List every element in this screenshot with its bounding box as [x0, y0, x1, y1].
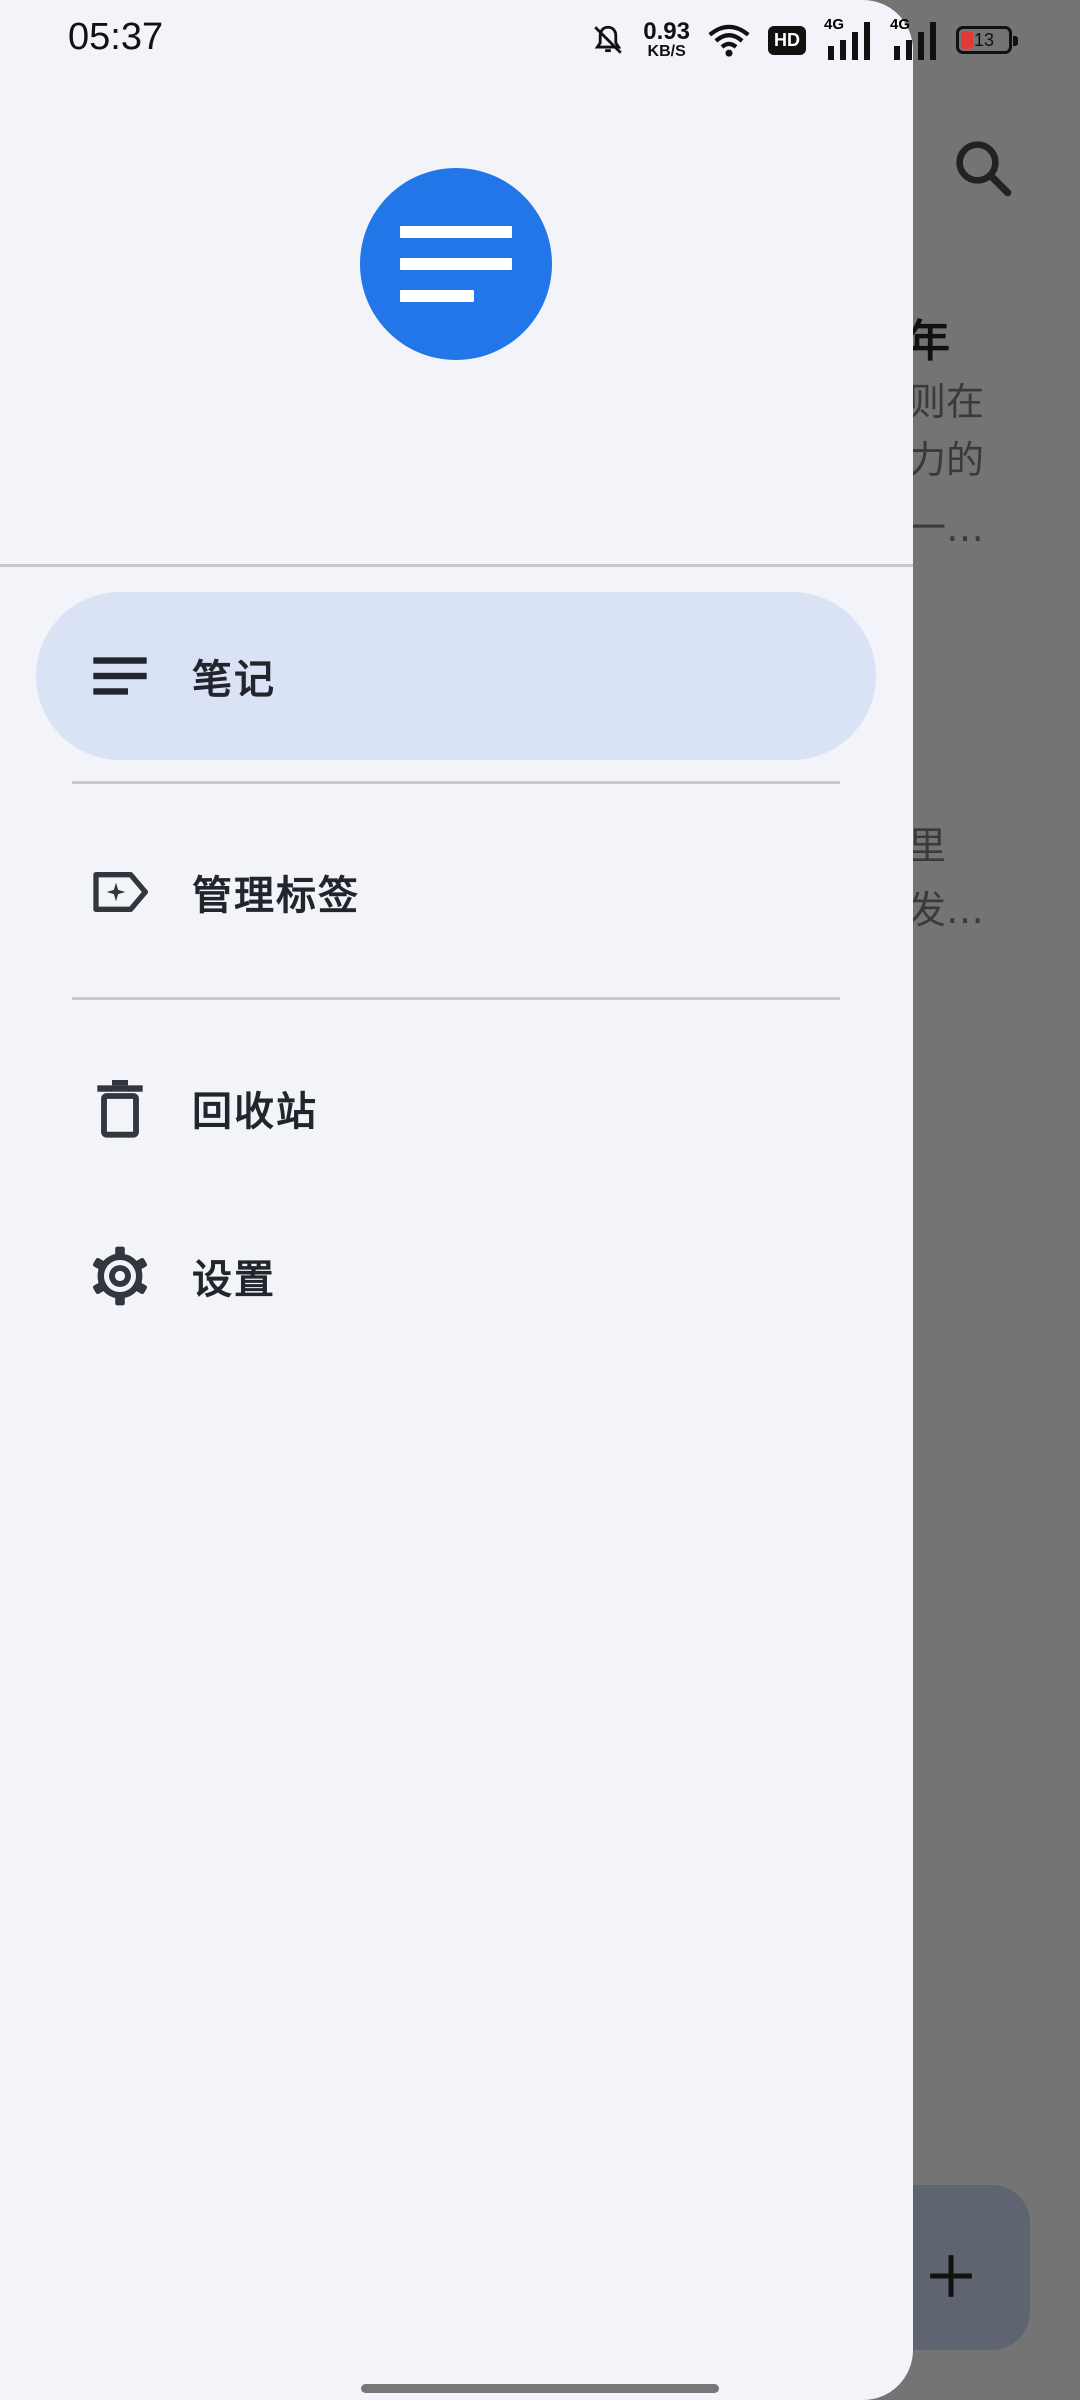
bell-off-icon [594, 25, 623, 54]
trash-icon [97, 1080, 143, 1138]
note-snippet: 力的 [908, 438, 985, 482]
note-snippet: 一… [908, 506, 985, 550]
header-divider [0, 564, 913, 567]
gear-icon [92, 1246, 148, 1306]
list-divider [72, 997, 840, 1000]
note-snippet: 发… [908, 888, 985, 932]
hd-badge: HD [768, 25, 806, 55]
list-divider [72, 781, 840, 784]
notes-logo-icon [360, 168, 552, 360]
status-time: 05:37 [68, 16, 164, 58]
search-icon[interactable] [950, 135, 1016, 201]
notes-list-icon [93, 657, 147, 695]
status-icons: 0.93 KB/S HD 4G 4G 13 [591, 16, 1018, 62]
drawer-item-label: 设置 [192, 1257, 276, 1303]
drawer-item-trash[interactable]: 回收站 [36, 1024, 876, 1192]
drawer-item-notes[interactable]: 笔记 [36, 592, 876, 760]
note-snippet: 则在 [908, 380, 985, 424]
home-indicator[interactable] [361, 2384, 719, 2393]
drawer-item-label: 回收站 [192, 1089, 318, 1135]
drawer-item-manage-labels[interactable]: 管理标签 [36, 808, 876, 976]
plus-icon [930, 2255, 972, 2297]
drawer-item-settings[interactable]: 设置 [36, 1192, 876, 1360]
signal-icon: 4G [890, 16, 938, 60]
drawer-item-label: 管理标签 [192, 873, 360, 919]
battery-icon: 13 [956, 26, 1018, 54]
network-speed: 0.93 KB/S [643, 18, 690, 60]
navigation-drawer: 笔记 管理标签 回收站 设置 [0, 0, 913, 2400]
signal-icon: 4G [824, 16, 872, 60]
label-icon [93, 872, 148, 912]
drawer-item-label: 笔记 [192, 657, 276, 703]
note-snippet: 里 [908, 824, 947, 868]
wifi-icon [708, 24, 750, 57]
status-bar: 05:37 0.93 KB/S HD 4G 4G 13 [0, 0, 1080, 80]
